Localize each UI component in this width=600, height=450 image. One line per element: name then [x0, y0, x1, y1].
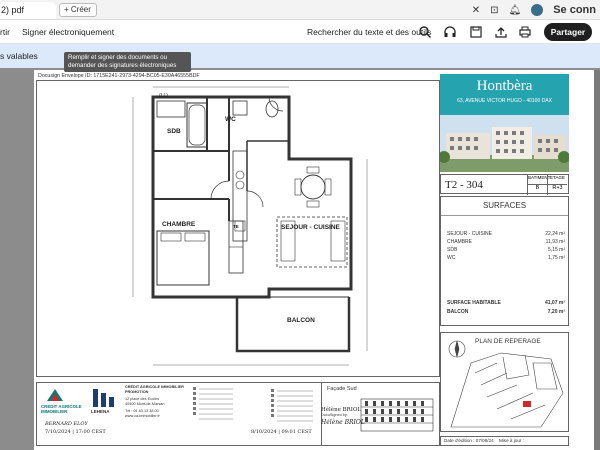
surface-row: WC 1,75 m² — [447, 255, 565, 261]
floor-plan-drawing — [132, 86, 368, 366]
surface-habitable-label: SURFACE HABITABLE — [447, 300, 501, 306]
room-label-chambre: CHAMBRE — [162, 221, 196, 228]
pdf-toolbar: rtir Signer électroniquement Rechercher … — [0, 20, 600, 44]
mise-a-jour: Mise à jour : — [498, 438, 524, 443]
close-circle-icon[interactable]: ✕ — [472, 5, 480, 16]
bell-icon[interactable]: 🔔︎ — [509, 5, 522, 16]
surface-row: CHAMBRE 11,93 m² — [447, 239, 565, 245]
room-label-sdb: SDB — [167, 128, 181, 135]
new-tab-label: + Créer — [64, 5, 91, 14]
signature-date-left: 7/10/2024 | 17:00 CEST — [45, 429, 106, 435]
batiment-label: BATIMENT — [527, 175, 550, 185]
footer-cartouche: CRÉDIT AGRICOLE IMMOBILIER LEHENA CRÉDIT… — [36, 382, 440, 446]
new-tab-button[interactable]: + Créer — [59, 3, 97, 17]
sign-tooltip: Remplir et signer des documents ou deman… — [64, 52, 191, 72]
lehena-logo-icon — [93, 389, 114, 407]
building-photo — [440, 115, 569, 172]
room-label-sejour: SEJOUR - CUISINE — [281, 224, 340, 231]
room-label-balcon: BALCON — [287, 317, 315, 324]
surface-habitable-value: 41,07 m² — [544, 300, 565, 306]
surface-balcon-label: BALCON — [447, 309, 469, 315]
signer-left: BERNARD ELOY — [45, 421, 88, 427]
lehena-text: LEHENA — [91, 409, 110, 414]
ca-address-1: 12 place des Ecoles — [125, 397, 159, 401]
surface-balcon-value: 7,20 m² — [547, 309, 565, 315]
surface-label: SEJOUR - CUISINE — [447, 231, 493, 237]
share-button[interactable]: Partager — [544, 23, 592, 41]
scrollbar[interactable] — [594, 70, 600, 450]
share-label: Partager — [550, 27, 586, 37]
credit-agricole-logo-icon — [47, 389, 63, 401]
legend-block — [193, 387, 313, 422]
repere-title: PLAN DE REPERAGE — [475, 338, 541, 345]
date-bar: Date d'édition : 07/06/24 Mise à jour : — [440, 436, 569, 446]
etage-value: R+3 — [547, 185, 567, 195]
brand-header: Hontbèra 63, AVENUE VICTOR HUGO - 40100 … — [440, 74, 569, 115]
date-edition: Date d'édition : 07/06/24 — [444, 438, 494, 443]
facade-sud-drawing — [360, 398, 434, 432]
browser-tab-strip: 2) pdf + Créer ✕ ⊡ 🔔︎ Se conn — [0, 0, 600, 20]
ca-name: CRÉDIT AGRICOLE IMMOBILIER — [125, 385, 184, 389]
ca-logo-text: CRÉDIT AGRICOLE IMMOBILIER — [41, 404, 82, 414]
toolbar-item-partial[interactable]: rtir — [0, 27, 10, 37]
surface-value: 1,75 m² — [548, 255, 565, 261]
surface-label: SDB — [447, 247, 458, 253]
room-label-ll: (LL) — [159, 93, 168, 99]
room-label-wc: WC — [225, 116, 236, 123]
surface-value: 22,24 m² — [545, 231, 565, 237]
surface-habitable-row: SURFACE HABITABLE 41,07 m² — [447, 300, 565, 306]
search-icon[interactable] — [418, 25, 432, 39]
headphones-icon[interactable] — [443, 25, 457, 39]
surface-row: SDB 5,15 m² — [447, 247, 565, 253]
surface-balcon-row: BALCON 7,20 m² — [447, 309, 565, 315]
brand-address: 63, AVENUE VICTOR HUGO - 40100 DAX — [457, 98, 552, 104]
plan-de-reperage: PLAN DE REPERAGE — [440, 332, 569, 432]
ca-web: www.ca-immobilier.fr — [125, 414, 160, 418]
ca-phone: Tél : 01.63.13 38 00 — [125, 409, 159, 413]
surfaces-box: SURFACES SEJOUR - CUISINE 22,24 m² CHAMBR… — [440, 196, 569, 326]
signer-right: Hélène BRIOL — [321, 407, 362, 413]
sign-electronically-button[interactable]: Signer électroniquement — [22, 27, 114, 37]
docusigned-by-label: DocuSigned by: — [321, 413, 348, 417]
pdf-page: Docusign Envelope ID: 1715E241-2973-4294… — [34, 70, 594, 450]
facade-title: Façade Sud — [327, 386, 357, 392]
surface-value: 11,93 m² — [545, 239, 565, 245]
etage-label: ETAGE — [547, 175, 567, 185]
site-map — [448, 340, 564, 428]
surface-value: 5,15 m² — [548, 247, 565, 253]
tab-pdf[interactable]: 2) pdf — [0, 2, 56, 19]
surfaces-title: SURFACES — [482, 201, 527, 210]
lot-box: T2 - 304 BATIMENT ETAGE B R+3 — [440, 174, 569, 195]
avatar[interactable] — [531, 4, 544, 16]
tab-label: 2) pdf — [1, 5, 25, 15]
signer-right-signature: Hélène BRIOL — [321, 419, 365, 426]
save-icon[interactable] — [469, 25, 483, 39]
batiment-value: B — [527, 185, 547, 195]
docusign-envelope-id: Docusign Envelope ID: 1715E241-2973-4294… — [38, 73, 200, 79]
info-banner-text: s valables — [0, 51, 38, 61]
lot-number: T2 - 304 — [445, 179, 483, 191]
floor-plan: (LL) SDB WC CHAMBRE SEJOUR - CUISINE BAL… — [36, 80, 440, 377]
browser-top-right: ✕ ⊡ 🔔︎ Se conn — [472, 1, 600, 19]
room-label-te: TE — [233, 224, 239, 229]
ca-subtitle: PROMOTION — [125, 390, 149, 394]
sign-in-label[interactable]: Se conn — [553, 4, 596, 16]
surface-label: WC — [447, 255, 456, 261]
surface-row: SEJOUR - CUISINE 22,24 m² — [447, 231, 565, 237]
bookmark-icon[interactable]: ⊡ — [490, 5, 498, 16]
print-icon[interactable] — [518, 25, 532, 39]
signature-date-right: 8/10/2024 | 09:01 CEST — [251, 429, 312, 435]
ca-address-2: 40500 Mont-de-Marsan — [125, 402, 165, 406]
brand-logo: Hontbèra — [476, 78, 533, 94]
search-tools-label[interactable]: Rechercher du texte et des outils — [307, 27, 431, 37]
upload-icon[interactable] — [494, 25, 508, 39]
surface-label: CHAMBRE — [447, 239, 473, 245]
